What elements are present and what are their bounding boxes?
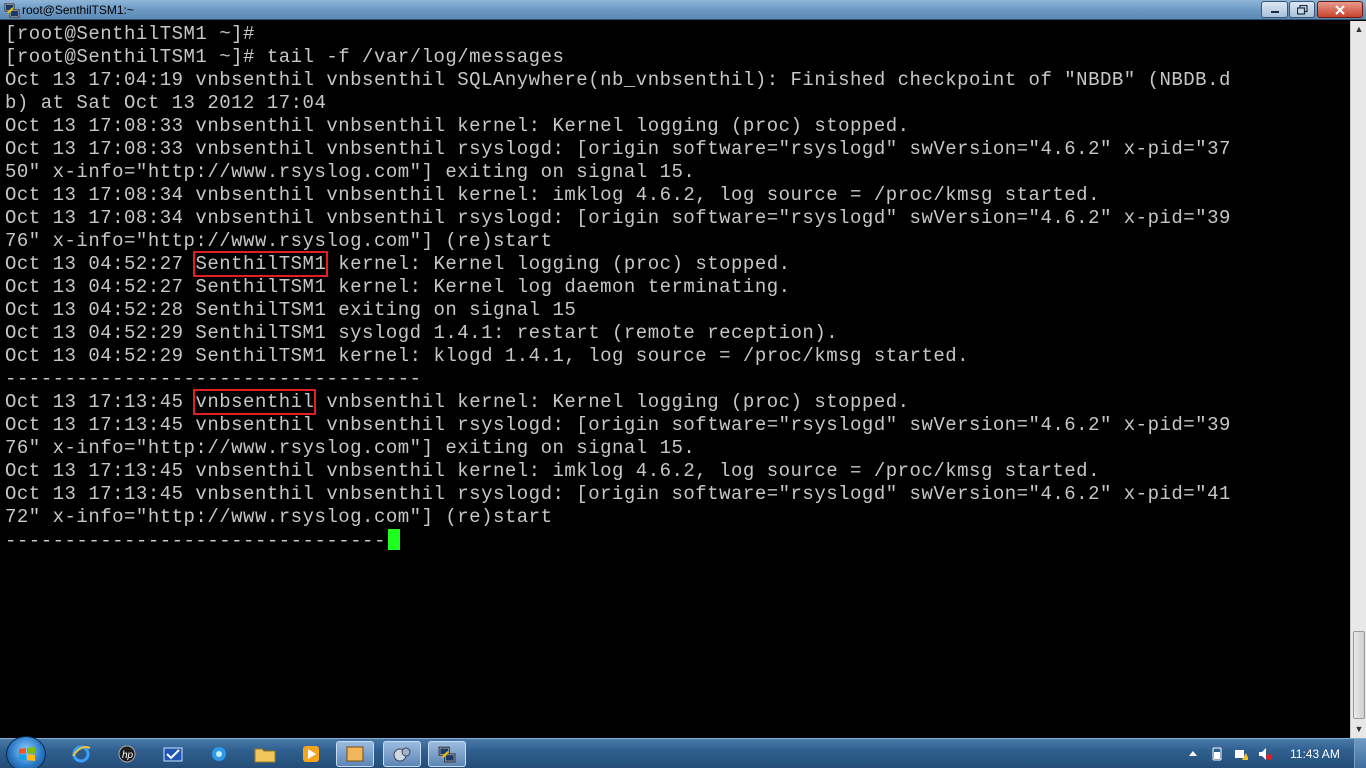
folder-icon	[254, 748, 276, 763]
show-hidden-icons-icon[interactable]	[1186, 747, 1200, 761]
hp-icon[interactable]: hp	[108, 741, 146, 767]
terminal-window[interactable]: [root@SenthilTSM1 ~]# [root@SenthilTSM1 ~…	[0, 21, 1350, 738]
terminal-line: 76" x-info="http://www.rsyslog.com"] (re…	[5, 230, 553, 252]
highlighted-hostname: vnbsenthil	[193, 389, 317, 415]
line-text: --------------------------------	[5, 530, 386, 552]
putty-icon	[438, 746, 456, 763]
start-button[interactable]	[6, 736, 46, 768]
network-icon	[393, 747, 411, 762]
terminal-line: --------------------------------	[5, 529, 1231, 552]
system-clock[interactable]: 11:43 AM	[1290, 747, 1340, 761]
window-icon	[346, 746, 364, 762]
terminal-line: Oct 13 17:13:45 vnbsenthil vnbsenthil ke…	[5, 460, 1100, 482]
outlook-icon[interactable]	[154, 741, 192, 767]
terminal-line: [root@SenthilTSM1 ~]# tail -f /var/log/m…	[5, 46, 565, 68]
terminal-line: Oct 13 04:52:29 SenthilTSM1 syslogd 1.4.…	[5, 322, 839, 344]
terminal-line: Oct 13 17:04:19 vnbsenthil vnbsenthil SQ…	[5, 69, 1231, 91]
terminal-line: Oct 13 04:52:27 SenthilTSM1 kernel: Kern…	[5, 276, 791, 298]
terminal-line: b) at Sat Oct 13 2012 17:04	[5, 92, 327, 114]
scrollbar-thumb[interactable]	[1353, 631, 1365, 719]
ie-logo-icon	[72, 745, 91, 763]
maximize-button[interactable]	[1289, 1, 1315, 18]
terminal-line: 50" x-info="http://www.rsyslog.com"] exi…	[5, 161, 696, 183]
battery-icon[interactable]	[1210, 747, 1224, 761]
line-text: vnbsenthil kernel: Kernel logging (proc)…	[314, 391, 910, 413]
network-tool-icon[interactable]	[383, 741, 421, 767]
minimize-icon	[1270, 10, 1279, 13]
internet-explorer-icon[interactable]	[62, 741, 100, 767]
scroll-down-arrow-icon[interactable]: ▼	[1351, 721, 1366, 738]
mail-check-icon	[163, 747, 183, 762]
media-player-icon[interactable]	[292, 741, 330, 767]
scroll-up-arrow-icon[interactable]: ▲	[1351, 21, 1366, 38]
line-text: kernel: Kernel logging (proc) stopped.	[326, 253, 791, 275]
line-text: Oct 13 04:52:27	[5, 253, 196, 275]
terminal-line: Oct 13 17:13:45 vnbsenthil vnbsenthil ke…	[5, 389, 1231, 415]
highlighted-hostname: SenthilTSM1	[193, 251, 329, 277]
line-text: Oct 13 17:13:45	[5, 391, 196, 413]
globe-icon	[212, 747, 226, 761]
hp-logo-icon: hp	[118, 745, 136, 763]
terminal-cursor	[387, 529, 400, 550]
terminal-line: Oct 13 17:13:45 vnbsenthil vnbsenthil rs…	[5, 414, 1231, 436]
close-button[interactable]	[1317, 1, 1363, 18]
network-warning-icon[interactable]	[1234, 747, 1248, 761]
terminal-line: Oct 13 04:52:29 SenthilTSM1 kernel: klog…	[5, 345, 970, 367]
terminal-output: [root@SenthilTSM1 ~]# [root@SenthilTSM1 ~…	[5, 23, 1231, 552]
window-title-bar[interactable]: root@SenthilTSM1:~	[0, 0, 1366, 20]
terminal-line: 72" x-info="http://www.rsyslog.com"] (re…	[5, 506, 553, 528]
show-desktop-button[interactable]	[1354, 739, 1366, 768]
putty-icon	[4, 3, 20, 18]
minimize-button[interactable]	[1261, 1, 1288, 18]
folder-window-icon[interactable]	[336, 741, 374, 767]
svg-text:hp: hp	[122, 750, 134, 761]
close-icon	[1335, 4, 1345, 15]
restore-icon	[1296, 4, 1308, 15]
terminal-line: Oct 13 17:08:34 vnbsenthil vnbsenthil ke…	[5, 184, 1100, 206]
volume-muted-icon[interactable]	[1258, 747, 1272, 761]
putty-taskbar-button[interactable]	[428, 741, 466, 767]
terminal-line: -----------------------------------	[5, 368, 422, 390]
terminal-line: Oct 13 04:52:28 SenthilTSM1 exiting on s…	[5, 299, 577, 321]
terminal-line: Oct 13 17:13:45 vnbsenthil vnbsenthil rs…	[5, 483, 1231, 505]
windows-logo-icon	[19, 747, 35, 761]
terminal-line: 76" x-info="http://www.rsyslog.com"] exi…	[5, 437, 696, 459]
play-icon	[303, 746, 319, 762]
messenger-icon[interactable]	[200, 741, 238, 767]
vertical-scrollbar[interactable]: ▲ ▼	[1350, 21, 1366, 738]
window-title: root@SenthilTSM1:~	[22, 3, 134, 17]
terminal-line: Oct 13 17:08:33 vnbsenthil vnbsenthil ke…	[5, 115, 910, 137]
terminal-line: Oct 13 17:08:34 vnbsenthil vnbsenthil rs…	[5, 207, 1231, 229]
terminal-line: [root@SenthilTSM1 ~]#	[5, 23, 255, 45]
terminal-line: Oct 13 04:52:27 SenthilTSM1 kernel: Kern…	[5, 251, 1231, 277]
taskbar: hp 11:43 AM	[0, 736, 1366, 768]
windows-explorer-icon[interactable]	[246, 741, 284, 767]
terminal-line: Oct 13 17:08:33 vnbsenthil vnbsenthil rs…	[5, 138, 1231, 160]
